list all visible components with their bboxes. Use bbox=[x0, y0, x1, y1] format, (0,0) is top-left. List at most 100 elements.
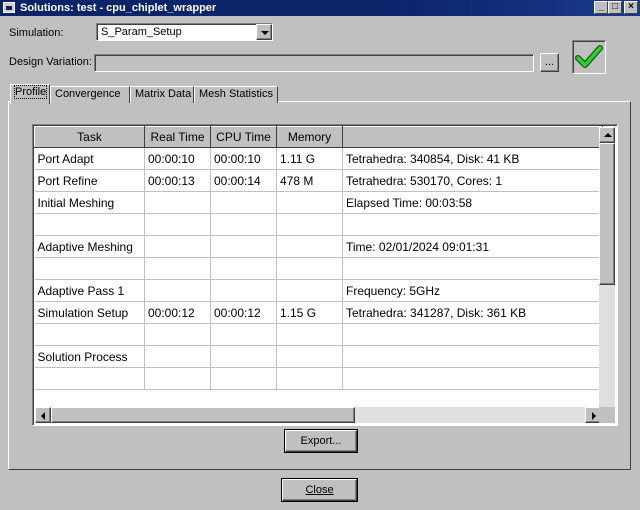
cell-task bbox=[34, 213, 145, 236]
scrollbar-corner bbox=[599, 407, 615, 423]
table-row[interactable]: Simulation Setup 00:00:12 00:00:12 1.15 G Te… bbox=[34, 301, 603, 324]
tab-profile-label: Profile bbox=[13, 85, 48, 99]
window-title: Solutions: test - cpu_chiplet_wrapper bbox=[20, 2, 217, 14]
export-button[interactable]: Export... bbox=[285, 430, 357, 452]
cell-task: Solution Process bbox=[34, 345, 145, 368]
cell-task: Adaptive Meshing bbox=[34, 235, 145, 258]
cell-info bbox=[342, 323, 603, 346]
cell-task: Simulation Setup bbox=[34, 301, 145, 324]
title-bar[interactable]: Solutions: test - cpu_chiplet_wrapper _ … bbox=[0, 0, 640, 16]
cell-cpu-time bbox=[210, 235, 277, 258]
table-row[interactable]: Port Refine 00:00:13 00:00:14 478 M Tetrahed… bbox=[34, 169, 603, 192]
cell-task: Initial Meshing bbox=[34, 191, 145, 214]
simulation-select[interactable]: S_Param_Setup bbox=[96, 23, 273, 41]
cell-cpu-time: 00:00:14 bbox=[210, 169, 277, 192]
tab-convergence[interactable]: Convergence bbox=[50, 86, 130, 103]
design-variation-label: Design Variation: bbox=[9, 56, 92, 68]
cell-cpu-time bbox=[210, 367, 277, 390]
close-window-button[interactable]: × bbox=[624, 1, 638, 14]
cell-cpu-time bbox=[210, 279, 277, 302]
table-row[interactable]: Initial Meshing Elapsed Time: 00:03:58 bbox=[34, 191, 603, 214]
profile-table[interactable]: Task Real Time CPU Time Memory Port Adap… bbox=[32, 124, 618, 426]
profile-grid: Task Real Time CPU Time Memory Port Adap… bbox=[34, 126, 603, 390]
maximize-button[interactable]: □ bbox=[608, 1, 622, 14]
scroll-left-button[interactable] bbox=[35, 407, 51, 423]
horizontal-scrollbar[interactable] bbox=[35, 407, 601, 423]
cell-cpu-time bbox=[210, 345, 277, 368]
simulation-label: Simulation: bbox=[9, 27, 64, 39]
table-row[interactable]: Adaptive Meshing Time: 02/01/2024 09:01:3… bbox=[34, 235, 603, 258]
cell-info bbox=[342, 345, 603, 368]
cell-task: Adaptive Pass 1 bbox=[34, 279, 145, 302]
cell-cpu-time bbox=[210, 323, 277, 346]
cell-cpu-time: 00:00:10 bbox=[210, 147, 277, 170]
tab-matrix-data-label: Matrix Data bbox=[135, 88, 192, 100]
cell-real-time bbox=[144, 345, 211, 368]
cell-info: Tetrahedra: 530170, Cores: 1 bbox=[342, 169, 603, 192]
table-row[interactable] bbox=[34, 323, 603, 346]
vertical-scrollbar[interactable] bbox=[599, 127, 615, 409]
cell-memory bbox=[276, 323, 343, 346]
cell-info: Tetrahedra: 341287, Disk: 361 KB bbox=[342, 301, 603, 324]
cell-task bbox=[34, 257, 145, 280]
cell-memory bbox=[276, 235, 343, 258]
column-header-real-time[interactable]: Real Time bbox=[144, 126, 211, 148]
cell-real-time: 00:00:13 bbox=[144, 169, 211, 192]
close-button[interactable]: Close bbox=[282, 479, 357, 501]
cell-info bbox=[342, 367, 603, 390]
cell-info: Time: 02/01/2024 09:01:31 bbox=[342, 235, 603, 258]
cell-memory bbox=[276, 345, 343, 368]
cell-real-time bbox=[144, 213, 211, 236]
design-variation-field[interactable] bbox=[94, 54, 534, 72]
cell-cpu-time bbox=[210, 257, 277, 280]
table-row[interactable] bbox=[34, 257, 603, 280]
checkmark-icon bbox=[575, 45, 603, 68]
cell-cpu-time bbox=[210, 213, 277, 236]
arrow-left-icon bbox=[41, 412, 45, 420]
cell-real-time: 00:00:10 bbox=[144, 147, 211, 170]
minimize-button[interactable]: _ bbox=[594, 1, 608, 14]
column-header-memory[interactable]: Memory bbox=[276, 126, 343, 148]
cell-info: Elapsed Time: 00:03:58 bbox=[342, 191, 603, 214]
column-header-info[interactable] bbox=[342, 126, 603, 148]
tab-mesh-statistics-label: Mesh Statistics bbox=[199, 88, 273, 100]
tab-convergence-label: Convergence bbox=[55, 88, 121, 100]
cell-cpu-time: 00:00:12 bbox=[210, 301, 277, 324]
table-row[interactable]: Port Adapt 00:00:10 00:00:10 1.11 G Tetrahed… bbox=[34, 147, 603, 170]
cell-real-time bbox=[144, 367, 211, 390]
cell-real-time: 00:00:12 bbox=[144, 301, 211, 324]
table-row[interactable]: Solution Process bbox=[34, 345, 603, 368]
tab-mesh-statistics[interactable]: Mesh Statistics bbox=[194, 86, 278, 103]
cell-memory bbox=[276, 367, 343, 390]
arrow-up-icon bbox=[604, 133, 612, 137]
arrow-right-icon bbox=[592, 412, 596, 420]
simulation-dropdown-button[interactable] bbox=[256, 24, 272, 40]
column-header-task[interactable]: Task bbox=[34, 126, 145, 148]
column-header-cpu-time[interactable]: CPU Time bbox=[210, 126, 277, 148]
table-row[interactable]: Adaptive Pass 1 Frequency: 5GHz bbox=[34, 279, 603, 302]
table-header-row: Task Real Time CPU Time Memory bbox=[34, 126, 603, 148]
cell-real-time bbox=[144, 279, 211, 302]
simulation-select-value: S_Param_Setup bbox=[101, 26, 182, 38]
tab-matrix-data[interactable]: Matrix Data bbox=[130, 86, 194, 103]
cell-memory bbox=[276, 191, 343, 214]
table-row[interactable] bbox=[34, 367, 603, 390]
cell-real-time bbox=[144, 323, 211, 346]
cell-task bbox=[34, 367, 145, 390]
vertical-scroll-thumb[interactable] bbox=[599, 143, 615, 285]
scroll-up-button[interactable] bbox=[599, 127, 615, 143]
design-variation-browse-button[interactable]: ... bbox=[540, 53, 559, 72]
solutions-window: Solutions: test - cpu_chiplet_wrapper _ … bbox=[0, 0, 640, 510]
cell-task: Port Adapt bbox=[34, 147, 145, 170]
cell-task bbox=[34, 323, 145, 346]
cell-memory: 1.11 G bbox=[276, 147, 343, 170]
cell-info bbox=[342, 213, 603, 236]
tab-profile[interactable]: Profile bbox=[10, 84, 50, 104]
cell-memory bbox=[276, 257, 343, 280]
status-indicator bbox=[572, 40, 606, 74]
horizontal-scroll-thumb[interactable] bbox=[51, 407, 355, 423]
cell-memory: 478 M bbox=[276, 169, 343, 192]
table-row[interactable] bbox=[34, 213, 603, 236]
chevron-down-icon bbox=[261, 31, 269, 35]
cell-memory bbox=[276, 213, 343, 236]
